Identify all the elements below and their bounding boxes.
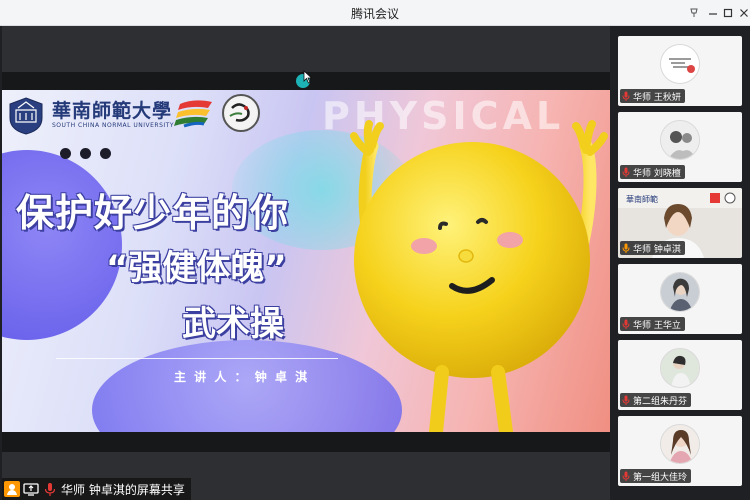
microphone-muted-icon [622, 167, 630, 177]
participant-name: 华师 钟卓淇 [633, 244, 681, 255]
avatar [660, 44, 700, 84]
svg-text:華南師範: 華南師範 [626, 194, 658, 204]
slide-presenter: 主 讲 人 ： 钟 卓 淇 [174, 370, 310, 384]
screen-share-label: 华师 钟卓淇的屏幕共享 [61, 482, 185, 497]
avatar [660, 120, 700, 160]
avatar [660, 272, 700, 312]
microphone-muted-icon [44, 483, 56, 496]
sports-logo-icon [174, 100, 212, 128]
screen-share-indicator[interactable]: 华师 钟卓淇的屏幕共享 [2, 478, 191, 500]
participant-tile[interactable]: 华师 王华立 [618, 264, 742, 334]
participant-name: 华师 刘晓檀 [633, 168, 681, 179]
participant-tile[interactable]: 华师 刘晓檀 [618, 112, 742, 182]
shared-screen-stage: PHYSICAL 華南師範大學 SOUTH CHINA NORMAL UNIVE… [2, 26, 610, 500]
decorative-dots [60, 144, 120, 163]
microphone-muted-icon [622, 91, 630, 101]
slide-title-line-3: 武术操 [182, 304, 284, 344]
participant-name: 华师 王秋妍 [633, 92, 681, 103]
title-divider [56, 358, 338, 359]
presentation-slide: PHYSICAL 華南師範大學 SOUTH CHINA NORMAL UNIVE… [2, 90, 610, 432]
screen-share-icon [23, 483, 39, 496]
participant-tile[interactable]: 第一组大佳玲 [618, 416, 742, 486]
university-emblem-icon [9, 97, 43, 135]
close-icon[interactable] [734, 3, 750, 23]
microphone-muted-icon [622, 471, 630, 481]
avatar [660, 348, 700, 388]
participant-name: 第一组大佳玲 [633, 472, 688, 483]
wushu-logo [222, 94, 260, 132]
participant-list: 华师 王秋妍 华师 刘晓檀 華南師範 华师 钟卓淇 华师 王华立 第二组朱丹芬 … [610, 26, 750, 500]
mouse-cursor-icon [303, 70, 313, 84]
slide-title-line-1: 保护好少年的你 [16, 191, 290, 235]
pin-icon[interactable] [684, 3, 704, 23]
microphone-active-icon [622, 243, 630, 253]
slide-title-line-2: “强健体魄” [106, 248, 287, 288]
participant-tile-active[interactable]: 華南師範 华师 钟卓淇 [618, 188, 742, 258]
participant-tile[interactable]: 华师 王秋妍 [618, 36, 742, 106]
window-title: 腾讯会议 [350, 7, 399, 21]
user-icon [4, 481, 20, 497]
participant-name: 华师 王华立 [633, 320, 681, 331]
meeting-app: 腾讯会议 PHYSICAL 華南師範大學 SOUTH CHINA NORMAL … [0, 0, 750, 500]
yellow-mascot-illustration [350, 120, 608, 432]
microphone-muted-icon [622, 319, 630, 329]
title-bar: 腾讯会议 [0, 0, 750, 26]
microphone-muted-icon [622, 395, 630, 405]
participant-name: 第二组朱丹芬 [633, 396, 688, 407]
participant-tile[interactable]: 第二组朱丹芬 [618, 340, 742, 410]
avatar [660, 424, 700, 464]
university-english-name: SOUTH CHINA NORMAL UNIVERSITY [52, 122, 175, 129]
university-name: 華南師範大學 [52, 100, 173, 122]
